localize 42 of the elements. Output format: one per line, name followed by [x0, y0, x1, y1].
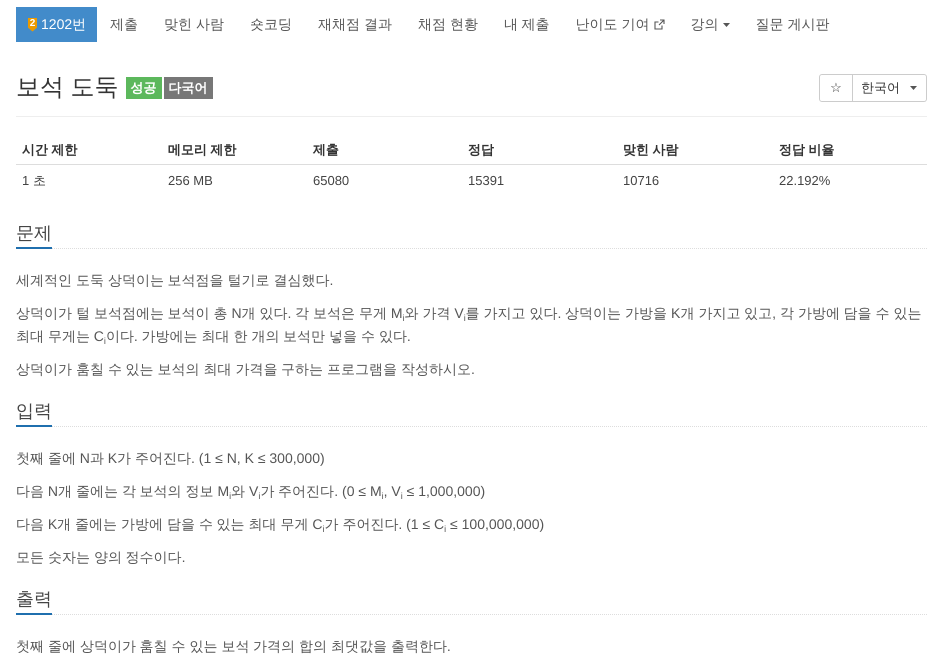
paragraph: 다음 K개 줄에는 가방에 담을 수 있는 최대 무게 C$_{i}$가 주어진다. (1 ≤ C$_{i}$ ≤ 100,000,000)	[16, 515, 546, 536]
section-heading: 문제	[16, 220, 52, 249]
paragraph: 첫째 줄에 상덕이가 훔칠 수 있는 보석 가격의 합의 최댓값을 출력한다.	[16, 637, 452, 656]
caret-icon	[722, 22, 730, 26]
status-label: 다국어	[164, 77, 213, 99]
column-header: 제출	[307, 132, 462, 165]
column-header: 메모리 제한	[162, 132, 307, 165]
caret-icon	[910, 86, 917, 90]
nav-tab[interactable]: 내 제출	[490, 7, 563, 42]
table-cell-text: 10716	[622, 172, 660, 190]
language-dropdown[interactable]: 한국어	[853, 74, 927, 102]
status-label: 성공	[126, 77, 162, 99]
nav-tab[interactable]: 난이도 기여	[562, 7, 678, 42]
nav-tab[interactable]: 채점 현황	[404, 7, 491, 42]
column-header: 시간 제한	[16, 132, 162, 165]
table-cell-text: 256 MB	[167, 172, 214, 190]
nav-tab[interactable]: 2 1202번	[16, 7, 98, 42]
table-cell-text: 1 초	[21, 172, 47, 190]
nav-tab[interactable]: 재채점 결과	[305, 7, 405, 42]
star-button[interactable]: ☆	[819, 74, 853, 102]
paragraph: 상덕이가 털 보석점에는 보석이 총 N개 있다. 각 보석은 무게 M$_{i}$와 가격 V$_{i}$를 가지고 있다. 상덕이는 가방을 K개 가지고 있고, 각 가방에 담을 수 있는 최대 무게는 C$_{i}$이다. 가방에는 최대 한 개의 보석만 넣을 수 있다.	[16, 304, 922, 348]
nav-tab[interactable]: 강의	[678, 7, 743, 42]
column-header: 정답	[462, 132, 617, 165]
column-header: 맞힌 사람	[617, 132, 773, 165]
section-heading: 출력	[16, 586, 52, 615]
nav-tab[interactable]: 질문 게시판	[742, 7, 842, 42]
nav-tab[interactable]: 제출	[97, 7, 152, 42]
paragraph: 상덕이가 훔칠 수 있는 보석의 최대 가격을 구하는 프로그램을 작성하시오.	[16, 360, 476, 379]
table-cell-text: 15391	[467, 172, 506, 190]
paragraph: 다음 N개 줄에는 각 보석의 정보 M$_{i}$와 V$_{i}$가 주어진다. (0 ≤ M$_{i}$, V$_{i}$ ≤ 1,000,000)	[16, 482, 486, 503]
table-cell-text: 22.192%	[778, 172, 832, 190]
nav-tab[interactable]: 숏코딩	[237, 7, 306, 42]
table-cell-text: 65080	[312, 172, 350, 190]
paragraph: 모든 숫자는 양의 정수이다.	[16, 548, 187, 567]
external-link-icon	[654, 19, 665, 30]
problem-title: 보석 도둑	[16, 73, 119, 103]
column-header: 정답 비율	[773, 132, 927, 165]
section-heading: 입력	[16, 398, 52, 427]
tier-badge: 2	[28, 18, 37, 32]
paragraph: 첫째 줄에 N과 K가 주어진다. (1 ≤ N, K ≤ 300,000)	[16, 449, 326, 468]
nav-tab[interactable]: 맞힌 사람	[151, 7, 238, 42]
paragraph: 세계적인 도둑 상덕이는 보석점을 털기로 결심했다.	[16, 271, 334, 290]
